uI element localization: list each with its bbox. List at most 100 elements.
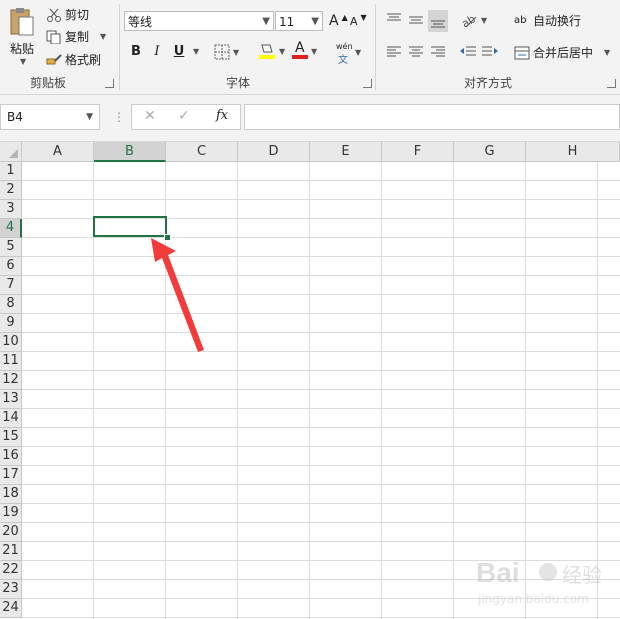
font-launcher[interactable] <box>363 79 372 88</box>
grow-font-button[interactable]: A ▲ <box>329 13 348 30</box>
fill-color-button[interactable]: ▼ <box>258 42 285 60</box>
row-header-1[interactable]: 1 <box>0 162 22 181</box>
phonetic-bottom: 文 <box>338 55 348 66</box>
shrink-font-button[interactable]: A ▼ <box>350 13 367 28</box>
column-header-h[interactable]: H <box>526 142 620 162</box>
copy-button[interactable]: 复制 ▼ <box>46 28 106 45</box>
alignment-group-label: 对齐方式 <box>464 76 513 90</box>
row-header-5[interactable]: 5 <box>0 238 22 257</box>
font-name-select[interactable]: 等线 ▼ <box>124 11 274 31</box>
row-header-2[interactable]: 2 <box>0 181 22 200</box>
wrap-text-button[interactable]: ab 自动换行 <box>514 12 581 29</box>
clipboard-launcher[interactable] <box>105 79 114 88</box>
merge-center-button[interactable]: 合并后居中 ▼ <box>514 44 610 61</box>
row-header-22[interactable]: 22 <box>0 561 22 580</box>
paste-button[interactable]: 粘贴 ▼ <box>4 4 40 66</box>
merge-center-label: 合并后居中 <box>533 46 594 60</box>
font-color-icon: A <box>292 40 308 60</box>
svg-text:Bai: Bai <box>476 557 520 588</box>
format-painter-button[interactable]: 格式刷 <box>46 51 101 68</box>
chevron-down-icon: ▼ <box>86 112 93 122</box>
row-header-21[interactable]: 21 <box>0 542 22 561</box>
bottom-align-icon <box>431 20 445 28</box>
chevron-down-icon: ▼ <box>604 48 611 57</box>
bold-button[interactable]: B <box>127 43 145 61</box>
borders-icon <box>214 44 230 60</box>
row-header-13[interactable]: 13 <box>0 390 22 409</box>
row-header-20[interactable]: 20 <box>0 523 22 542</box>
chevron-down-icon: ▼ <box>311 46 318 56</box>
row-header-24[interactable]: 24 <box>0 599 22 618</box>
row-header-12[interactable]: 12 <box>0 371 22 390</box>
svg-text:jingyan.baidu.com: jingyan.baidu.com <box>477 592 589 606</box>
top-align-button[interactable] <box>384 10 404 30</box>
align-left-icon <box>387 46 401 57</box>
italic-button[interactable]: I <box>148 43 166 61</box>
row-header-8[interactable]: 8 <box>0 295 22 314</box>
watermark-logo: Bai 经验 jingyan.baidu.com <box>472 548 620 608</box>
chevron-down-icon: ▼ <box>233 47 240 57</box>
insert-function-button[interactable]: fx <box>216 108 228 123</box>
chevron-down-icon: ▼ <box>279 46 286 56</box>
chevron-down-icon: ▼ <box>20 57 27 66</box>
row-header-3[interactable]: 3 <box>0 200 22 219</box>
bottom-align-button[interactable] <box>428 10 448 32</box>
phonetic-top: wén <box>336 42 353 51</box>
cancel-button[interactable]: ✕ <box>144 108 156 124</box>
phonetic-guide-button[interactable]: wén 文 ▼ <box>334 42 362 66</box>
borders-button[interactable]: ▼ <box>214 44 239 60</box>
merge-center-icon <box>514 46 530 59</box>
name-box[interactable]: B4 ▼ <box>0 104 100 130</box>
underline-button[interactable]: U <box>170 43 188 61</box>
row-header-17[interactable]: 17 <box>0 466 22 485</box>
fill-handle[interactable] <box>164 234 171 241</box>
row-header-14[interactable]: 14 <box>0 409 22 428</box>
row-header-10[interactable]: 10 <box>0 333 22 352</box>
font-color-button[interactable]: A ▼ <box>292 40 318 60</box>
select-all-button[interactable] <box>0 142 22 162</box>
row-header-9[interactable]: 9 <box>0 314 22 333</box>
align-center-icon <box>409 46 423 57</box>
enter-button[interactable]: ✓ <box>178 108 190 124</box>
ribbon: 粘贴 ▼ 剪切 复制 ▼ 格式刷 剪贴板 等线 ▼ 11 ▼ A ▲ A ▼ B I… <box>0 0 620 95</box>
active-cell-b4[interactable] <box>93 216 167 237</box>
chevron-down-icon[interactable]: ▼ <box>193 47 199 56</box>
cut-label: 剪切 <box>65 8 90 22</box>
formula-input[interactable] <box>244 104 620 130</box>
font-size-select[interactable]: 11 ▼ <box>275 11 323 31</box>
alignment-launcher[interactable] <box>607 79 616 88</box>
chevron-down-icon: ▼ <box>100 32 107 41</box>
row-header-7[interactable]: 7 <box>0 276 22 295</box>
row-header-4[interactable]: 4 <box>0 219 22 238</box>
align-left-button[interactable] <box>384 42 404 62</box>
row-header-23[interactable]: 23 <box>0 580 22 599</box>
font-group-label: 字体 <box>226 76 251 90</box>
column-header-c[interactable]: C <box>166 142 238 162</box>
cut-icon <box>47 8 61 22</box>
cut-button[interactable]: 剪切 <box>46 6 89 23</box>
row-header-16[interactable]: 16 <box>0 447 22 466</box>
orientation-button[interactable]: ab ▼ <box>460 12 487 28</box>
middle-align-button[interactable] <box>406 10 426 30</box>
paste-icon <box>10 8 34 36</box>
row-header-19[interactable]: 19 <box>0 504 22 523</box>
row-header-18[interactable]: 18 <box>0 485 22 504</box>
align-center-button[interactable] <box>406 42 426 62</box>
column-header-f[interactable]: F <box>382 142 454 162</box>
column-header-d[interactable]: D <box>238 142 310 162</box>
divider <box>119 4 120 90</box>
font-size-value: 11 <box>279 15 295 29</box>
align-right-button[interactable] <box>428 42 448 62</box>
column-header-g[interactable]: G <box>454 142 526 162</box>
column-header-b[interactable]: B <box>94 142 166 162</box>
row-header-6[interactable]: 6 <box>0 257 22 276</box>
top-align-icon <box>387 13 401 21</box>
row-header-15[interactable]: 15 <box>0 428 22 447</box>
indent-icon <box>482 46 498 56</box>
decrease-indent-button[interactable] <box>458 42 478 62</box>
column-header-e[interactable]: E <box>310 142 382 162</box>
increase-indent-button[interactable] <box>480 42 500 62</box>
row-header-11[interactable]: 11 <box>0 352 22 371</box>
caret-down-icon: ▼ <box>360 13 367 22</box>
column-header-a[interactable]: A <box>22 142 94 162</box>
